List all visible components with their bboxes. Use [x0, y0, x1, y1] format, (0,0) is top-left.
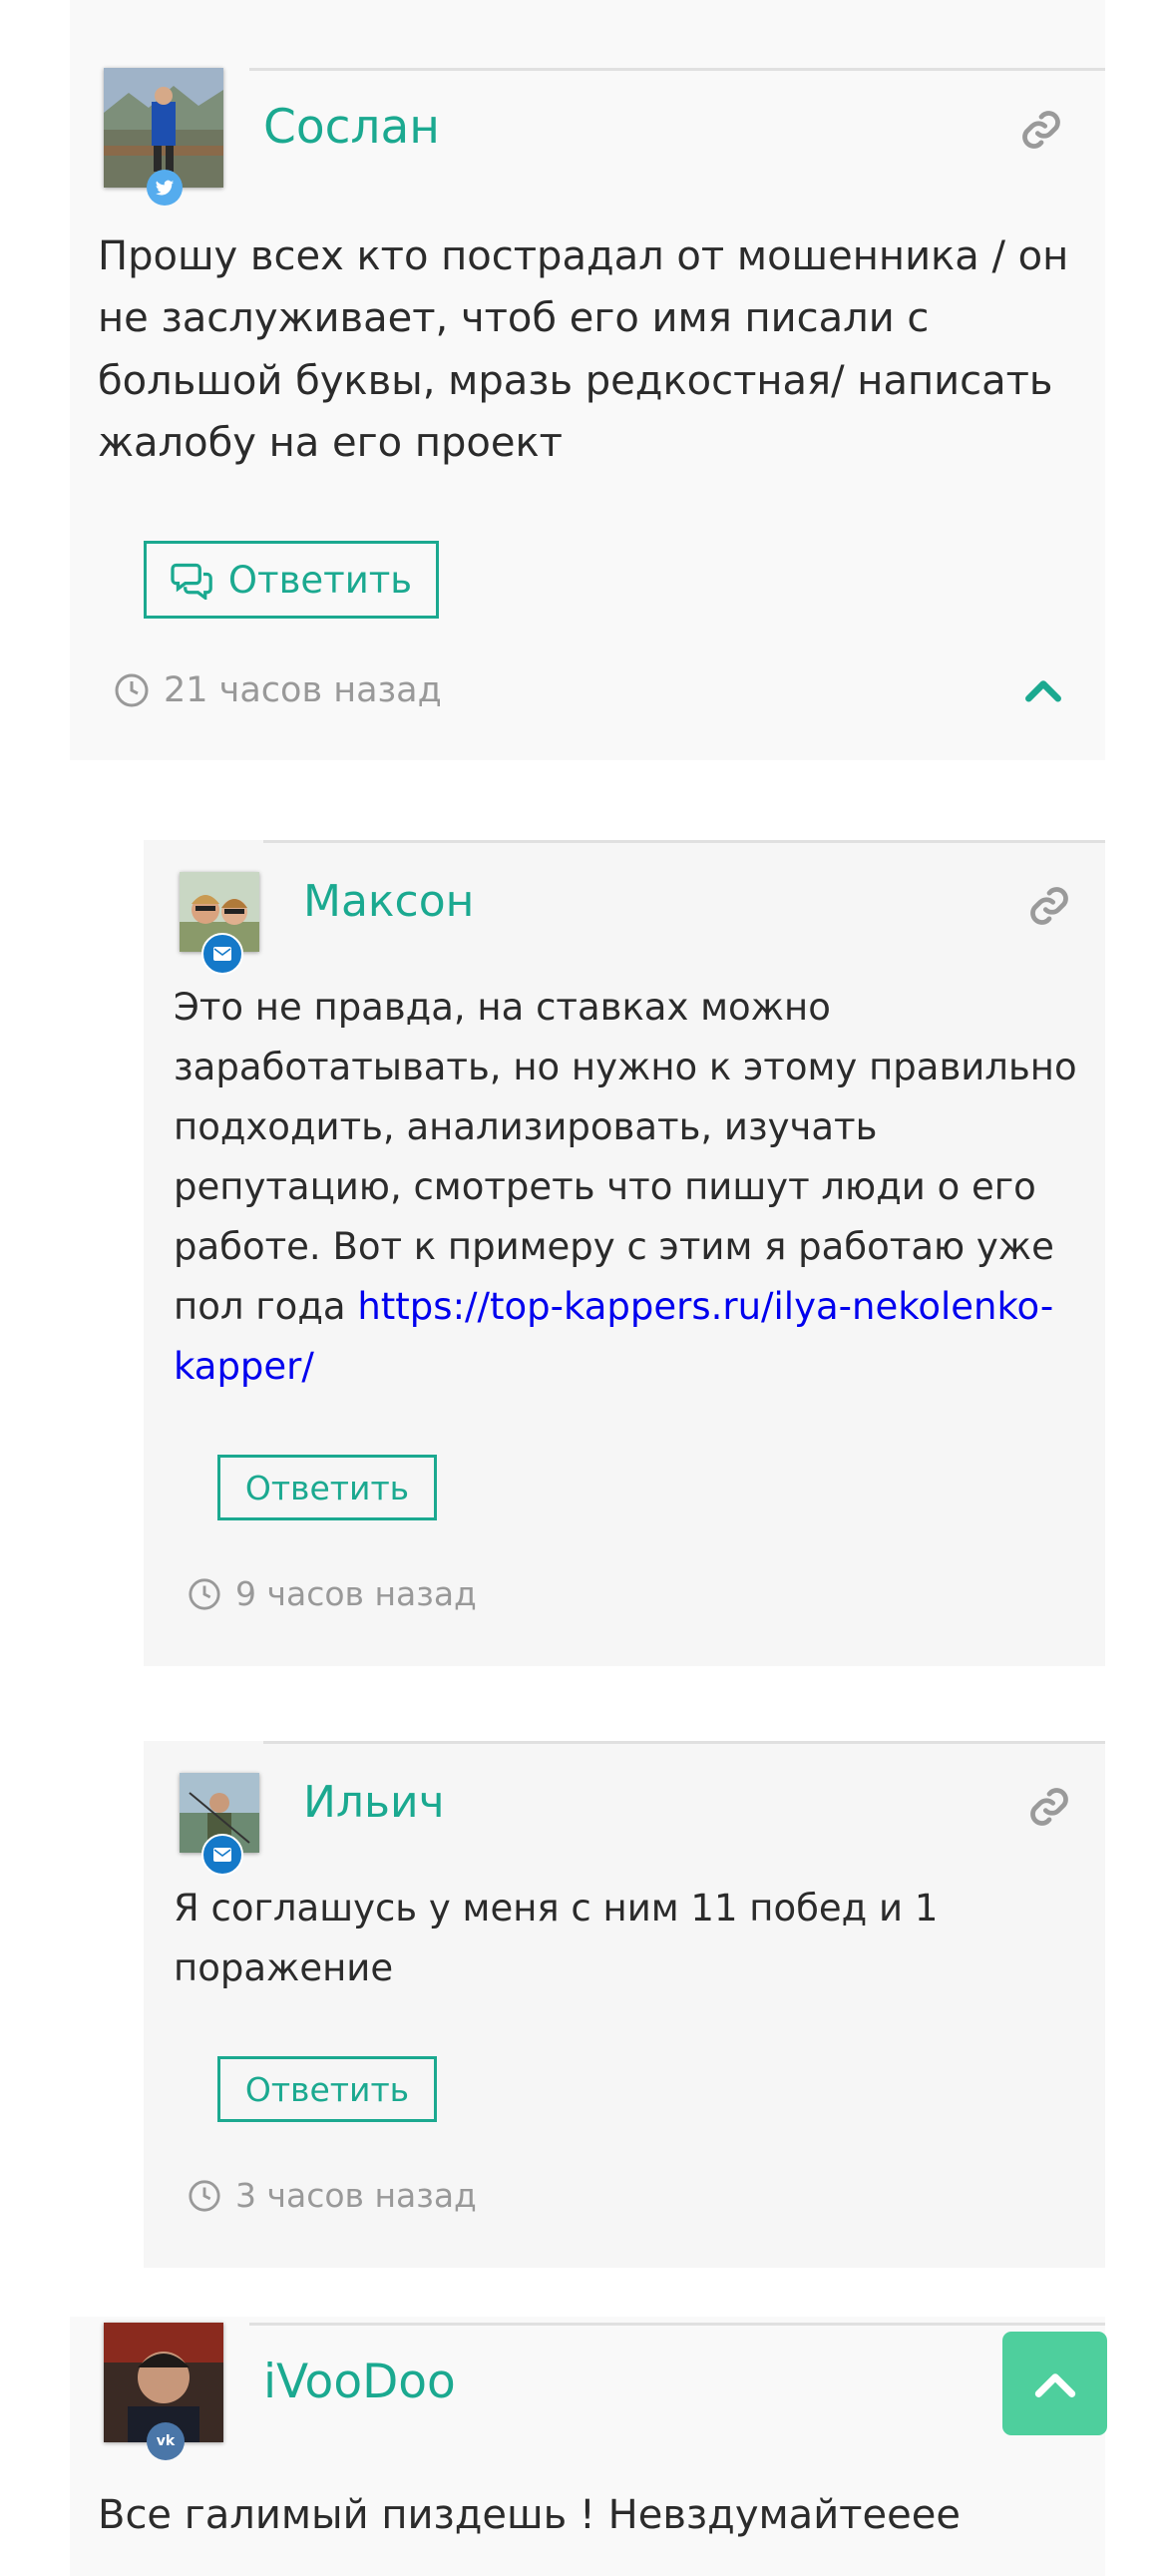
comment-reply: Максон Это не правда, на ставках можно з… — [144, 840, 1105, 1666]
twitter-icon — [147, 170, 183, 206]
comment-author[interactable]: Ильич — [303, 1777, 445, 1828]
collapse-chevron-up-icon[interactable] — [1021, 674, 1065, 708]
comment-timestamp: 3 часов назад — [188, 2176, 477, 2215]
chevron-up-icon — [1034, 2373, 1075, 2397]
clock-icon — [115, 673, 149, 707]
mail-icon — [201, 1834, 243, 1876]
timestamp-text: 9 часов назад — [235, 1574, 477, 1613]
comment-reply: Ильич Я соглашусь у меня с ним 11 побед … — [144, 1741, 1105, 2268]
comment: vk iVooDoo Все галимый пиздешь ! Невздум… — [70, 2317, 1105, 2576]
comment-text: Я соглашусь у меня с ним 11 побед и 1 по… — [174, 1887, 939, 1989]
clock-icon — [189, 1577, 220, 1610]
comment-text: Все галимый пиздешь ! Невздумайтееее — [98, 2492, 961, 2538]
reply-button[interactable]: Ответить — [217, 2056, 437, 2122]
timestamp-text: 21 часов назад — [164, 670, 442, 710]
clock-icon — [189, 2179, 220, 2212]
scroll-to-top-button[interactable] — [1002, 2332, 1107, 2435]
vk-icon: vk — [147, 2422, 185, 2460]
timestamp-text: 3 часов назад — [235, 2176, 477, 2215]
permalink-icon[interactable] — [1027, 1785, 1071, 1833]
permalink-icon[interactable] — [1027, 884, 1071, 932]
reply-button-label: Ответить — [227, 558, 413, 602]
permalink-icon[interactable] — [1019, 108, 1063, 156]
comment-text: Прошу всех кто пострадал от мошенника / … — [98, 233, 1069, 467]
comment-author[interactable]: iVooDoo — [263, 2355, 456, 2409]
comment-timestamp: 21 часов назад — [114, 670, 442, 710]
reply-button[interactable]: Ответить — [217, 1455, 437, 1520]
mail-icon — [201, 933, 243, 975]
comment-divider — [263, 840, 1105, 843]
comment-divider — [263, 1741, 1105, 1744]
reply-button[interactable]: Ответить — [144, 541, 439, 619]
comment-author[interactable]: Максон — [303, 876, 474, 927]
comment-divider — [249, 68, 1105, 71]
comment-divider — [249, 2323, 1105, 2326]
comment-text: Это не правда, на ставках можно заработа… — [174, 978, 1081, 1397]
comment-author[interactable]: Сослан — [263, 100, 440, 155]
comments-icon — [171, 563, 212, 600]
comment: Сослан Прошу всех кто пострадал от мошен… — [70, 0, 1105, 760]
comment-timestamp: 9 часов назад — [188, 1574, 477, 1613]
comment-text-body: Это не правда, на ставках можно заработа… — [174, 986, 1077, 1328]
